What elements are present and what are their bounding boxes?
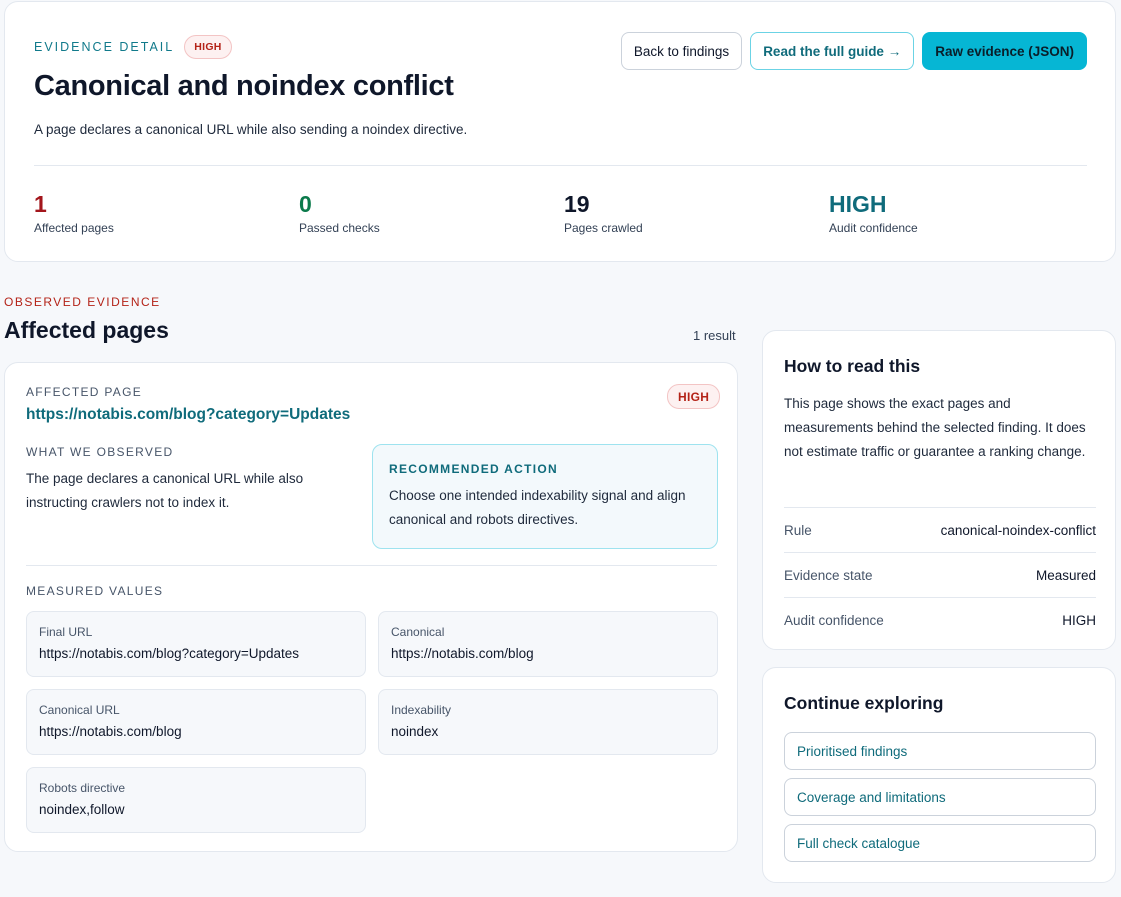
page-description: A page declares a canonical URL while al…: [34, 122, 468, 137]
stat-label: Pages crawled: [564, 221, 643, 235]
stat-value: 0: [299, 191, 312, 217]
meta-value: Measured: [1035, 567, 1096, 583]
stat-label: Audit confidence: [829, 221, 918, 235]
meta-key: Evidence state: [784, 567, 873, 583]
stat-value: HIGH: [829, 191, 887, 217]
evidence-eyebrow: EVIDENCE DETAIL: [34, 40, 175, 54]
eyebrow-row: EVIDENCE DETAIL HIGH: [34, 35, 232, 59]
link-coverage-limitations[interactable]: Coverage and limitations: [784, 778, 1096, 816]
what-we-observed-label: WHAT WE OBSERVED: [26, 445, 174, 459]
stat-audit-confidence: HIGH Audit confidence: [829, 190, 1094, 235]
stat-passed-checks: 0 Passed checks: [299, 190, 564, 235]
back-to-findings-button[interactable]: Back to findings: [620, 32, 743, 70]
measured-value: https://notabis.com/blog: [39, 724, 182, 739]
link-full-check-catalogue[interactable]: Full check catalogue: [784, 824, 1096, 862]
measured-value: noindex: [391, 724, 439, 739]
measured-value: https://notabis.com/blog?category=Update…: [39, 646, 300, 661]
stat-pages-crawled: 19 Pages crawled: [564, 190, 829, 235]
affected-page-label: AFFECTED PAGE: [26, 385, 143, 399]
section-eyebrow: OBSERVED EVIDENCE: [4, 295, 161, 309]
measured-label: Canonical: [391, 625, 445, 639]
header-actions: Back to findings Read the full guide → R…: [620, 32, 1087, 70]
severity-badge: HIGH: [184, 35, 232, 59]
meta-row-rule: Rule canonical-noindex-conflict: [784, 507, 1096, 552]
card-divider: [26, 565, 717, 566]
meta-key: Rule: [784, 522, 812, 538]
raw-evidence-button[interactable]: Raw evidence (JSON): [922, 32, 1087, 70]
page-title: Canonical and noindex conflict: [34, 70, 454, 102]
affected-page-link[interactable]: https://notabis.com/blog?category=Update…: [26, 406, 350, 424]
measured-label: Final URL: [39, 625, 93, 639]
stat-affected-pages: 1 Affected pages: [34, 190, 299, 235]
header-divider: [34, 165, 1087, 166]
measured-value-canonical-url: Canonical URL https://notabis.com/blog: [26, 689, 366, 755]
measured-value: noindex,follow: [39, 802, 125, 817]
observed-text: The page declares a canonical URL while …: [26, 471, 304, 510]
link-prioritised-findings[interactable]: Prioritised findings: [784, 732, 1096, 770]
recommended-action-box: RECOMMENDED ACTION Choose one intended i…: [372, 444, 718, 549]
how-to-read-card: How to read this This page shows the exa…: [762, 330, 1116, 650]
stat-label: Passed checks: [299, 221, 380, 235]
meta-value: canonical-noindex-conflict: [940, 522, 1096, 538]
measured-value: https://notabis.com/blog: [391, 646, 534, 661]
meta-row-audit-confidence: Audit confidence HIGH: [784, 597, 1096, 642]
read-guide-button[interactable]: Read the full guide →: [750, 32, 915, 70]
stat-value: 1: [34, 191, 47, 217]
measured-label: Canonical URL: [39, 703, 120, 717]
recommended-action-text: Choose one intended indexability signal …: [389, 488, 686, 527]
evidence-header-card: EVIDENCE DETAIL HIGH Canonical and noind…: [4, 1, 1116, 262]
recommended-action-label: RECOMMENDED ACTION: [389, 462, 558, 476]
finding-severity-badge: HIGH: [667, 384, 721, 409]
measured-values-label: MEASURED VALUES: [26, 584, 164, 598]
continue-exploring-card: Continue exploring Prioritised findings …: [762, 667, 1116, 883]
continue-exploring-title: Continue exploring: [784, 693, 944, 713]
stat-label: Affected pages: [34, 221, 114, 235]
meta-value: HIGH: [1062, 612, 1096, 628]
measured-value-final-url: Final URL https://notabis.com/blog?categ…: [26, 611, 366, 677]
measured-value-robots-directive: Robots directive noindex,follow: [26, 767, 366, 833]
meta-row-evidence-state: Evidence state Measured: [784, 552, 1096, 597]
measured-value-indexability: Indexability noindex: [378, 689, 718, 755]
measured-label: Indexability: [391, 703, 452, 717]
affected-page-card: AFFECTED PAGE https://notabis.com/blog?c…: [4, 362, 738, 852]
result-count: 1 result: [693, 328, 736, 343]
section-title: Affected pages: [4, 317, 169, 343]
measured-label: Robots directive: [39, 781, 126, 795]
meta-key: Audit confidence: [784, 612, 884, 628]
how-to-read-title: How to read this: [784, 356, 921, 376]
stat-value: 19: [564, 191, 590, 217]
how-to-read-text: This page shows the exact pages and meas…: [784, 396, 1086, 459]
measured-value-canonical: Canonical https://notabis.com/blog: [378, 611, 718, 677]
stats-row: 1 Affected pages 0 Passed checks 19 Page…: [34, 190, 1094, 235]
